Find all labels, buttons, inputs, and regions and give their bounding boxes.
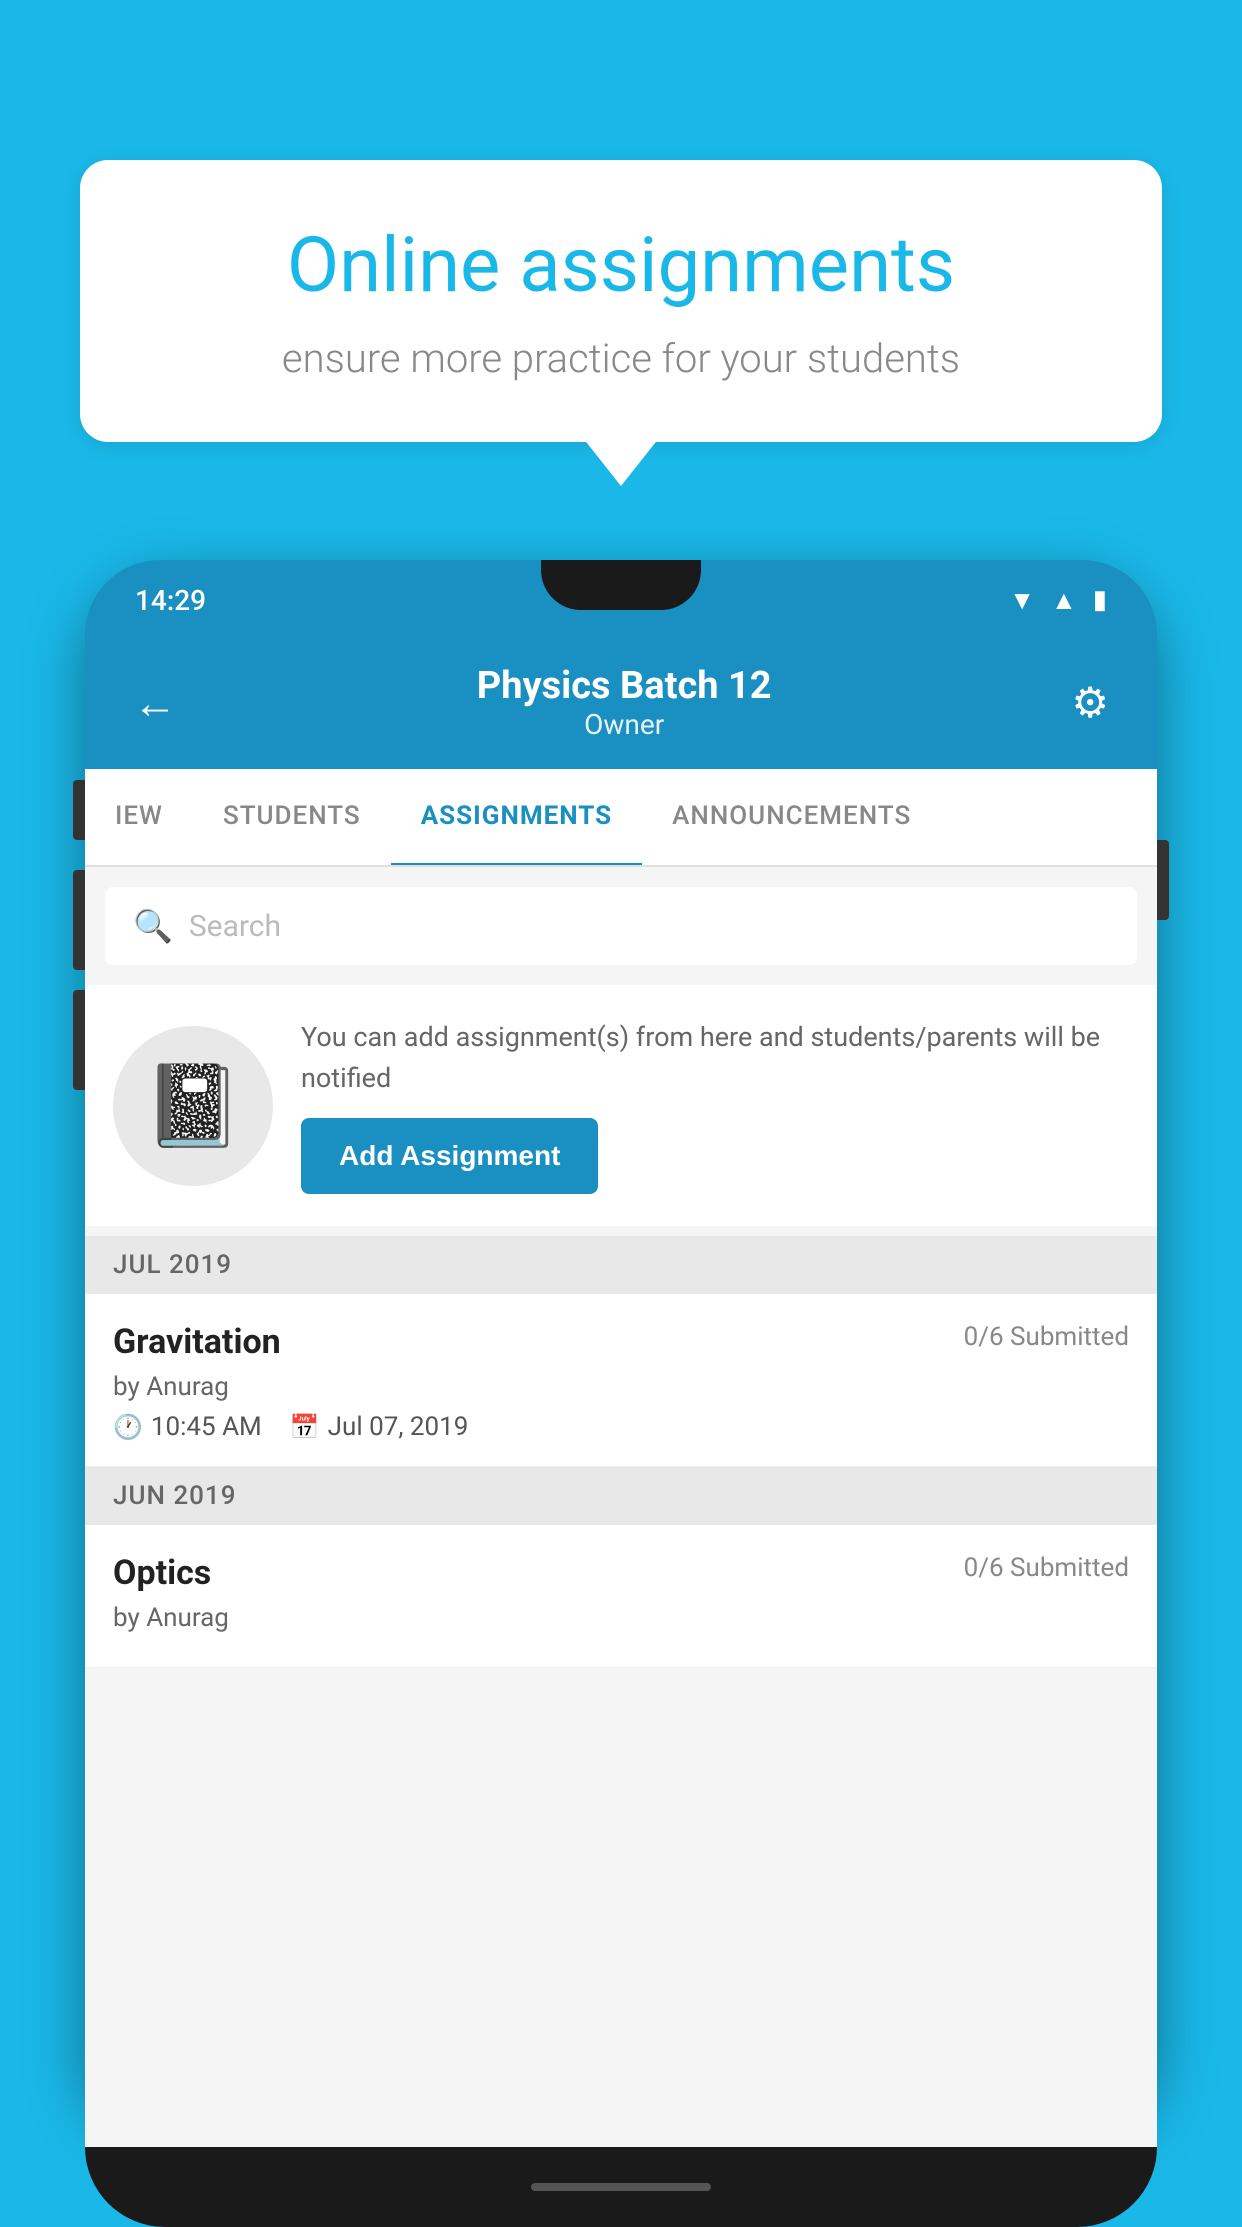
home-indicator <box>531 2183 711 2191</box>
search-icon: 🔍 <box>133 907 173 945</box>
assignment-by-optics: by Anurag <box>113 1603 1129 1633</box>
status-time: 14:29 <box>135 584 206 617</box>
assignment-date: Jul 07, 2019 <box>328 1412 469 1442</box>
assignment-name-optics: Optics <box>113 1553 211 1593</box>
promo-icon-circle: 📓 <box>113 1026 273 1186</box>
tab-announcements[interactable]: ANNOUNCEMENTS <box>642 769 941 867</box>
tab-iew[interactable]: IEW <box>85 769 193 867</box>
section-jul-2019: JUL 2019 <box>85 1236 1157 1294</box>
promo-right: You can add assignment(s) from here and … <box>301 1017 1129 1194</box>
status-icons: ▼ ▲ ▮ <box>1009 585 1107 616</box>
promo-text: You can add assignment(s) from here and … <box>301 1017 1129 1098</box>
signal-icon: ▲ <box>1051 585 1077 616</box>
volume-down-button <box>73 870 85 970</box>
battery-icon: ▮ <box>1093 585 1107 615</box>
phone-container: 14:29 ▼ ▲ ▮ ← Physics Batch 12 Owner ⚙ I… <box>85 560 1157 2208</box>
power-button <box>1157 840 1169 920</box>
assignment-name: Gravitation <box>113 1322 281 1362</box>
add-assignment-button[interactable]: Add Assignment <box>301 1118 598 1194</box>
assignment-item-optics[interactable]: Optics 0/6 Submitted by Anurag <box>85 1525 1157 1668</box>
assignment-meta: 🕐 10:45 AM 📅 Jul 07, 2019 <box>113 1412 1129 1442</box>
wifi-icon: ▼ <box>1009 585 1035 616</box>
meta-date: 📅 Jul 07, 2019 <box>290 1412 469 1442</box>
bubble-subtitle: ensure more practice for your students <box>160 335 1082 382</box>
status-bar: 14:29 ▼ ▲ ▮ <box>85 560 1157 640</box>
assignment-submitted: 0/6 Submitted <box>964 1322 1129 1352</box>
tab-students[interactable]: STUDENTS <box>193 769 391 867</box>
search-placeholder: Search <box>189 909 281 944</box>
silent-button <box>73 990 85 1090</box>
notebook-icon: 📓 <box>143 1059 243 1153</box>
header-title: Physics Batch 12 <box>477 664 772 708</box>
assignment-item-header: Gravitation 0/6 Submitted <box>113 1322 1129 1362</box>
assignment-time: 10:45 AM <box>151 1412 262 1442</box>
speech-bubble-container: Online assignments ensure more practice … <box>80 160 1162 442</box>
bubble-title: Online assignments <box>160 220 1082 311</box>
header-title-group: Physics Batch 12 Owner <box>477 664 772 741</box>
calendar-icon: 📅 <box>290 1413 320 1441</box>
meta-time: 🕐 10:45 AM <box>113 1412 262 1442</box>
tabs-bar: IEW STUDENTS ASSIGNMENTS ANNOUNCEMENTS <box>85 769 1157 867</box>
phone-device: 14:29 ▼ ▲ ▮ ← Physics Batch 12 Owner ⚙ I… <box>85 560 1157 2120</box>
volume-up-button <box>73 780 85 840</box>
settings-icon[interactable]: ⚙ <box>1071 678 1109 728</box>
assignment-promo: 📓 You can add assignment(s) from here an… <box>85 985 1157 1226</box>
assignment-item-gravitation[interactable]: Gravitation 0/6 Submitted by Anurag 🕐 10… <box>85 1294 1157 1467</box>
section-jun-2019: JUN 2019 <box>85 1467 1157 1525</box>
speech-bubble: Online assignments ensure more practice … <box>80 160 1162 442</box>
assignment-item-header-optics: Optics 0/6 Submitted <box>113 1553 1129 1593</box>
phone-content: 🔍 Search 📓 You can add assignment(s) fro… <box>85 867 1157 2147</box>
assignment-by: by Anurag <box>113 1372 1129 1402</box>
tab-assignments[interactable]: ASSIGNMENTS <box>391 769 642 867</box>
header-subtitle: Owner <box>477 708 772 741</box>
phone-bottom <box>85 2147 1157 2227</box>
assignment-submitted-optics: 0/6 Submitted <box>964 1553 1129 1583</box>
back-button[interactable]: ← <box>133 677 177 729</box>
search-bar[interactable]: 🔍 Search <box>105 887 1137 965</box>
clock-icon: 🕐 <box>113 1413 143 1441</box>
app-header: ← Physics Batch 12 Owner ⚙ <box>85 640 1157 769</box>
